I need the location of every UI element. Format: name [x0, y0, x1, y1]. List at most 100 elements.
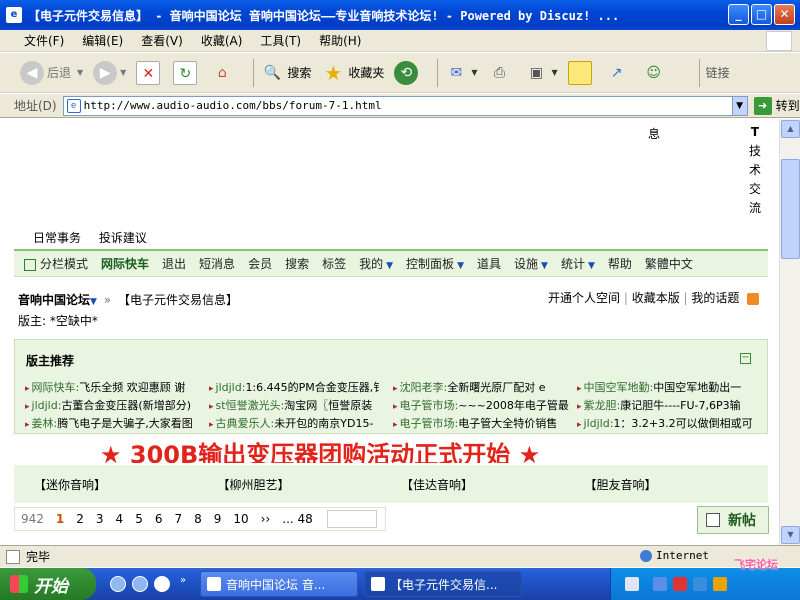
back-dropdown-icon[interactable]: ▼ — [77, 68, 83, 77]
quicklaunch-media-icon[interactable] — [154, 576, 170, 592]
recommend-item[interactable]: ▸ 紫龙胆:康记胆牛----FU-7,6P3输 — [577, 397, 761, 415]
open-space-link[interactable]: 开通个人空间 — [548, 291, 620, 305]
collapse-icon[interactable]: − — [740, 353, 751, 364]
page-link[interactable]: 7 — [168, 508, 188, 530]
minimize-button[interactable]: _ — [728, 4, 749, 25]
links-button[interactable]: 链接 — [706, 64, 730, 81]
menu-view[interactable]: 查看(V) — [141, 32, 183, 49]
nav-items[interactable]: 道具 — [477, 255, 501, 272]
nav-split-mode[interactable]: 分栏模式 — [24, 255, 88, 272]
nav-facilities[interactable]: 设施 ▼ — [514, 255, 548, 272]
nav-tags[interactable]: 标签 — [322, 255, 346, 272]
network-icon[interactable] — [653, 577, 667, 591]
recommend-item[interactable]: ▸ 沈阳老李:全新曙光原厂配对 e — [393, 379, 577, 397]
taskbar-window-forum[interactable]: 音响中国论坛 音... — [200, 571, 358, 597]
my-topics-link[interactable]: 我的话题 — [691, 291, 739, 305]
edit-button[interactable]: ▣ ▼ — [525, 61, 558, 85]
nav-members[interactable]: 会员 — [248, 255, 272, 272]
page-link[interactable]: 9 — [208, 508, 228, 530]
scroll-up-icon[interactable]: ▲ — [781, 120, 800, 138]
search-button[interactable]: 🔍 搜索 — [260, 61, 312, 85]
page-link-current[interactable]: 1 — [50, 508, 70, 530]
recommend-item[interactable]: ▸ 电子管市场:~~~2008年电子管最 — [393, 397, 577, 415]
stop-button[interactable]: ✕ — [136, 60, 163, 85]
address-input[interactable]: e http://www.audio-audio.com/bbs/forum-7… — [62, 95, 733, 116]
refresh-button[interactable]: ↻ — [173, 60, 200, 85]
volume-icon[interactable] — [693, 577, 707, 591]
home-button[interactable]: ⌂ — [210, 61, 237, 85]
favorites-button[interactable]: ★ 收藏夹 — [321, 61, 384, 85]
category-tube-friends[interactable]: 【胆友音响】 — [585, 476, 769, 493]
start-button[interactable]: 开始 — [0, 568, 96, 600]
research-button[interactable]: ↗ — [605, 61, 632, 85]
recommend-item[interactable]: ▸ jldjld:1：3.2+3.2可以做倒相或可 — [577, 415, 761, 433]
nav-username[interactable]: 网际快车 — [101, 255, 149, 272]
menu-tools[interactable]: 工具(T) — [260, 32, 301, 49]
recommend-item[interactable]: ▸ 中国空军地勤:中国空军地勤出一 — [577, 379, 761, 397]
category-mini-audio[interactable]: 【迷你音响】 — [34, 476, 218, 493]
scroll-thumb[interactable] — [781, 159, 800, 259]
edit-dropdown-icon[interactable]: ▼ — [552, 68, 558, 77]
nav-help[interactable]: 帮助 — [608, 255, 632, 272]
dropdown-arrow-icon[interactable]: ▼ — [90, 297, 97, 307]
tray-app-icon[interactable] — [713, 577, 727, 591]
page-content: 息 T 技 术 交 流 日常事务 投诉建议 分栏模式 网际快车 退出 短消息 会… — [0, 119, 779, 545]
new-thread-button[interactable]: 新帖 — [697, 506, 769, 534]
page-link[interactable]: 4 — [110, 508, 130, 530]
next-page-link[interactable]: ›› — [255, 508, 277, 530]
maximize-button[interactable]: □ — [751, 4, 772, 25]
nav-messages[interactable]: 短消息 — [199, 255, 235, 272]
back-button[interactable]: ◀ 后退 ▼ — [20, 60, 83, 85]
forward-button[interactable]: ▶ ▼ — [93, 60, 126, 85]
messenger-button[interactable]: ☺ — [642, 61, 669, 85]
nav-stats[interactable]: 统计 ▼ — [561, 255, 595, 272]
page-link[interactable]: 6 — [149, 508, 169, 530]
page-link[interactable]: 2 — [70, 508, 90, 530]
menu-edit[interactable]: 编辑(E) — [82, 32, 123, 49]
page-link[interactable]: 3 — [90, 508, 110, 530]
rss-icon[interactable] — [747, 292, 760, 305]
quicklaunch-ie-icon[interactable] — [110, 576, 126, 592]
forward-dropdown-icon[interactable]: ▼ — [120, 68, 126, 77]
last-page-link[interactable]: ... 48 — [276, 508, 319, 530]
menu-help[interactable]: 帮助(H) — [319, 32, 361, 49]
note-button[interactable] — [567, 60, 595, 85]
taskbar-window-current[interactable]: 【电子元件交易信... — [364, 571, 522, 597]
menu-favorites[interactable]: 收藏(A) — [201, 32, 243, 49]
nav-search[interactable]: 搜索 — [285, 255, 309, 272]
quicklaunch-browser-icon[interactable] — [132, 576, 148, 592]
shield-icon[interactable] — [673, 577, 687, 591]
category-jiada[interactable]: 【佳达音响】 — [401, 476, 585, 493]
page-link[interactable]: 10 — [227, 508, 254, 530]
keyboard-icon[interactable] — [625, 577, 639, 591]
address-dropdown-icon[interactable]: ▼ — [731, 95, 748, 116]
vertical-scrollbar[interactable]: ▲ ▼ — [779, 119, 800, 545]
category-liuzhou[interactable]: 【柳州胆艺】 — [218, 476, 402, 493]
quicklaunch-more-icon[interactable]: » — [180, 575, 186, 586]
bookmark-forum-link[interactable]: 收藏本版 — [632, 291, 680, 305]
close-button[interactable]: ✕ — [774, 4, 795, 25]
nav-control-panel[interactable]: 控制面板 ▼ — [406, 255, 464, 272]
page-link[interactable]: 5 — [129, 508, 149, 530]
nav-traditional[interactable]: 繁體中文 — [645, 255, 693, 272]
menu-file[interactable]: 文件(F) — [24, 32, 64, 49]
print-button[interactable]: ⎙ — [488, 61, 515, 85]
mail-dropdown-icon[interactable]: ▼ — [471, 68, 477, 77]
page-link[interactable]: 8 — [188, 508, 208, 530]
mail-button[interactable]: ✉ ▼ — [444, 61, 477, 85]
scroll-down-icon[interactable]: ▼ — [781, 526, 800, 544]
promo-banner[interactable]: ★ 300B输出变压器团购活动正式开始 ★ — [100, 431, 540, 463]
page-jump-input[interactable] — [326, 510, 377, 528]
recommend-item[interactable]: ▸ jldjld:1:6.445的PM合金变压器,钅 — [209, 379, 393, 397]
go-arrow-icon[interactable]: ➜ — [753, 96, 772, 115]
recommend-item[interactable]: ▸ 网际快车:飞乐全频 欢迎惠顾 谢 — [25, 379, 209, 397]
complaint-link[interactable]: 投诉建议 — [99, 231, 147, 245]
daily-affairs-link[interactable]: 日常事务 — [33, 231, 81, 245]
recommend-item[interactable]: ▸ jldjld:古董合金变压器(新增部分) — [25, 397, 209, 415]
breadcrumb-home[interactable]: 音响中国论坛 — [18, 293, 90, 307]
nav-my[interactable]: 我的 ▼ — [359, 255, 393, 272]
nav-logout[interactable]: 退出 — [162, 255, 186, 272]
history-button[interactable]: ⟲ — [394, 60, 421, 85]
recommend-item[interactable]: ▸ st恒誉激光头:淘宝网〖恒誉原装 — [209, 397, 393, 415]
go-button[interactable]: 转到 — [776, 97, 800, 114]
